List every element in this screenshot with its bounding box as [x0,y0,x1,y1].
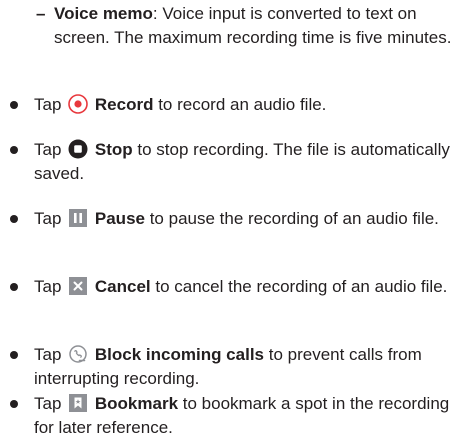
item-term: Cancel [94,277,151,296]
item-term: Bookmark [94,394,179,413]
sub-item-voice-memo: Voice memo: Voice input is converted to … [54,2,464,50]
bullet [10,101,18,109]
bullet [10,215,18,223]
item-term: Pause [94,209,145,228]
stop-icon [68,139,88,159]
sub-item-dash: – [36,4,46,23]
list-item-cancel: Tap Cancel to cancel the recording of an… [34,275,454,299]
bookmark-icon [68,393,88,413]
list-item-block-incoming-calls: Tap Block incoming calls to prevent call… [34,343,454,391]
bullet [10,400,18,408]
block-calls-icon [68,344,88,364]
cancel-icon [68,276,88,296]
item-pre: Tap [34,95,62,114]
item-term: Stop [94,140,133,159]
list-item-pause: Tap Pause to pause the recording of an a… [34,207,454,231]
list-item-stop: Tap Stop to stop recording. The file is … [34,138,454,186]
item-pre: Tap [34,394,62,413]
item-pre: Tap [34,345,62,364]
pause-icon [68,208,88,228]
item-text: to cancel the recording of an audio file… [150,277,448,296]
document-page: – Voice memo: Voice input is converted t… [0,0,474,437]
item-text: to record an audio file. [153,95,327,114]
bullet [10,146,18,154]
bullet [10,351,18,359]
item-pre: Tap [34,209,62,228]
list-item-bookmark: Tap Bookmark to bookmark a spot in the r… [34,392,454,440]
record-icon [68,94,88,114]
sub-item-term: Voice memo [54,4,153,23]
item-term: Record [94,95,154,114]
item-text: to pause the recording of an audio file. [144,209,439,228]
item-pre: Tap [34,277,62,296]
item-pre: Tap [34,140,62,159]
bullet [10,283,18,291]
item-term: Block incoming calls [94,345,264,364]
list-item-record: Tap Record to record an audio file. [34,93,454,117]
